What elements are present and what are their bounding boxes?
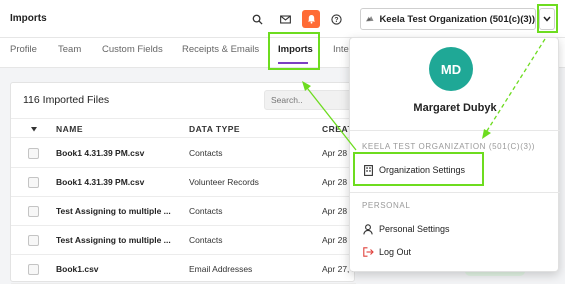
created-date: Apr 28 <box>322 206 348 216</box>
page-title: Imports <box>10 13 47 24</box>
file-name[interactable]: Book1.csv <box>56 264 99 274</box>
tab-profile[interactable]: Profile <box>10 44 37 55</box>
search-input[interactable] <box>264 90 354 110</box>
org-menu-toggle-highlight <box>537 4 558 33</box>
row-checkbox[interactable] <box>28 206 39 217</box>
created-date: Apr 28 <box>322 235 348 245</box>
personal-section-label: PERSONAL <box>362 201 411 210</box>
table-row[interactable]: Test Assigning to multiple ... Contacts … <box>11 226 356 255</box>
log-out-item[interactable]: Log Out <box>362 244 548 260</box>
organization-settings-highlight <box>353 152 484 186</box>
help-icon[interactable]: ? <box>327 10 345 28</box>
table-row[interactable]: Book1.csv Email Addresses Apr 27, 2020 <box>11 255 371 284</box>
bell-icon[interactable] <box>302 10 320 28</box>
svg-text:?: ? <box>334 16 338 23</box>
org-section-label: KEELA TEST ORGANIZATION (501(C)(3)) <box>362 142 536 151</box>
data-type: Contacts <box>189 206 223 216</box>
divider <box>350 192 560 193</box>
log-out-label: Log Out <box>379 247 412 257</box>
user-name: Margaret Dubyk <box>413 102 497 114</box>
row-checkbox[interactable] <box>28 264 39 275</box>
tab-integrations[interactable]: Inte <box>333 44 349 55</box>
org-switcher[interactable]: Keela Test Organization (501(c)(3)) <box>360 8 536 30</box>
table-row[interactable]: Book1 4.31.39 PM.csv Contacts Apr 28 <box>11 139 356 168</box>
row-checkbox[interactable] <box>28 148 39 159</box>
org-name: Keela Test Organization (501(c)(3)) <box>379 13 535 25</box>
personal-settings-label: Personal Settings <box>379 224 450 234</box>
row-checkbox[interactable] <box>28 235 39 246</box>
table-row[interactable]: Test Assigning to multiple ... Contacts … <box>11 197 356 226</box>
tab-receipts-emails[interactable]: Receipts & Emails <box>182 44 259 55</box>
imports-card: 116 Imported Files NAME DATA TYPE CREAT … <box>10 82 371 284</box>
avatar: MD <box>429 47 473 91</box>
data-type: Contacts <box>189 235 223 245</box>
column-header-data-type[interactable]: DATA TYPE <box>189 124 240 134</box>
sort-down-icon[interactable] <box>31 127 37 132</box>
personal-settings-item[interactable]: Personal Settings <box>362 221 548 237</box>
user-icon <box>362 223 374 235</box>
file-name[interactable]: Test Assigning to multiple ... <box>56 206 171 216</box>
table-row[interactable]: Book1 4.31.39 PM.csv Volunteer Records A… <box>11 168 356 197</box>
tab-team[interactable]: Team <box>58 44 81 55</box>
logout-icon <box>362 246 374 258</box>
imported-files-count: 116 Imported Files <box>23 94 110 106</box>
mail-icon[interactable] <box>276 10 294 28</box>
file-name[interactable]: Test Assigning to multiple ... <box>56 235 171 245</box>
search-icon[interactable] <box>248 10 266 28</box>
file-name[interactable]: Book1 4.31.39 PM.csv <box>56 177 144 187</box>
row-checkbox[interactable] <box>28 177 39 188</box>
data-type: Volunteer Records <box>189 177 259 187</box>
created-date: Apr 28 <box>322 177 348 187</box>
data-type: Contacts <box>189 148 223 158</box>
file-name[interactable]: Book1 4.31.39 PM.csv <box>56 148 144 158</box>
imports-tab-highlight <box>268 32 320 70</box>
created-date: Apr 28 <box>322 148 348 158</box>
column-header-name[interactable]: NAME <box>56 124 83 134</box>
divider <box>350 130 560 131</box>
tab-custom-fields[interactable]: Custom Fields <box>102 44 163 55</box>
org-logo-icon <box>365 16 374 22</box>
table-header: NAME DATA TYPE CREAT <box>11 118 356 138</box>
data-type: Email Addresses <box>189 264 253 274</box>
